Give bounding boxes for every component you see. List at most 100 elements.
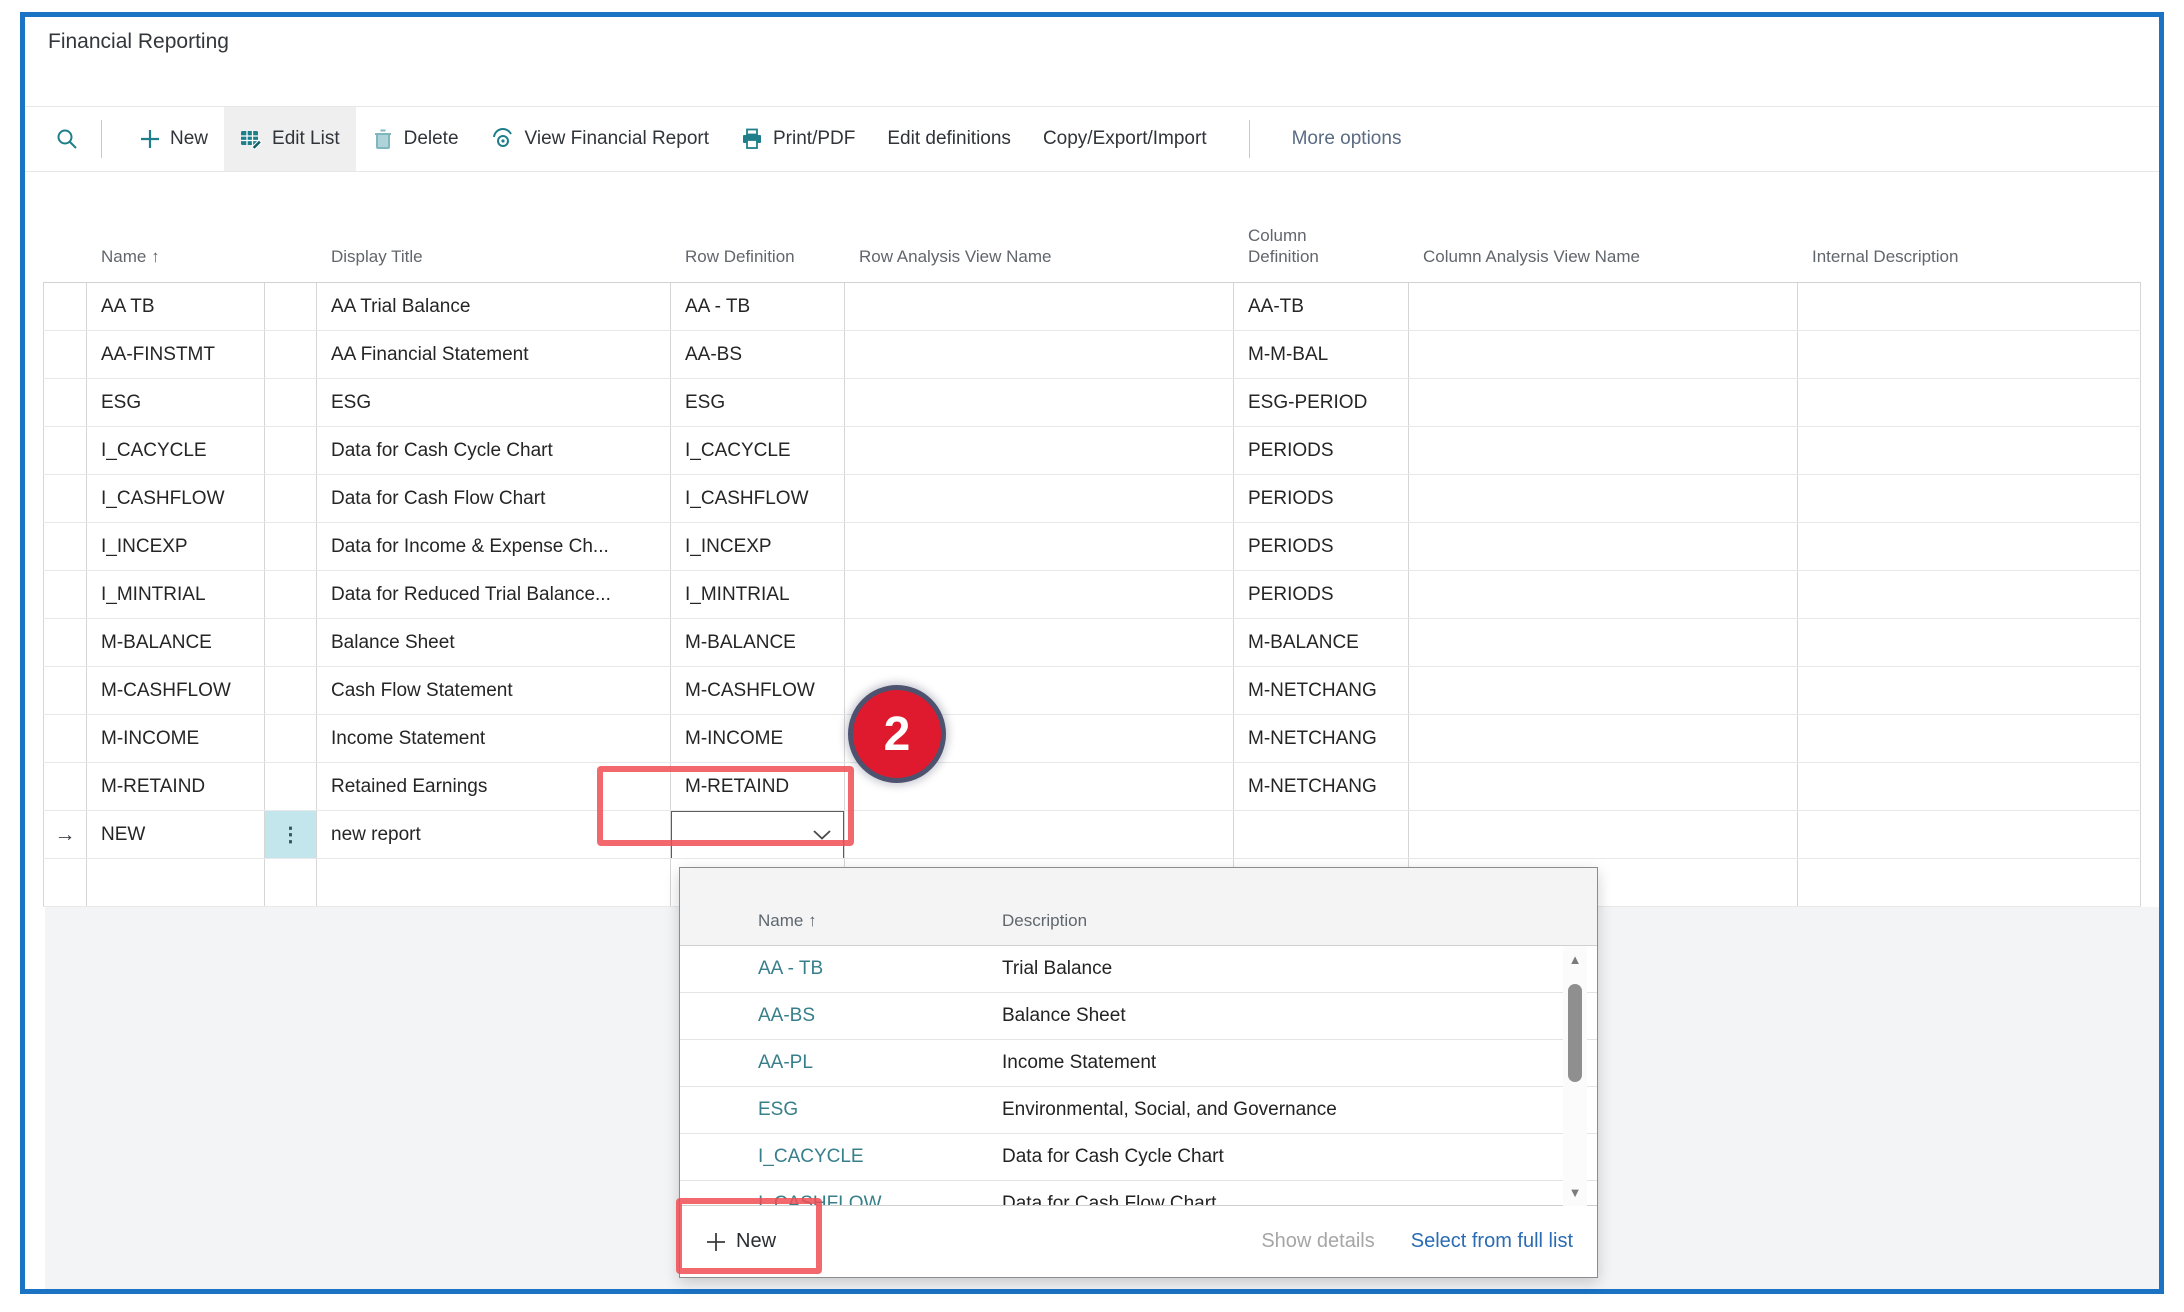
show-details-link[interactable]: Show details [1261, 1230, 1374, 1253]
row-select-cell[interactable] [43, 667, 87, 714]
row-options-cell[interactable] [265, 859, 317, 906]
cell-name[interactable]: NEW [87, 811, 265, 858]
dropdown-item[interactable]: I_CACYCLEData for Cash Cycle Chart [680, 1134, 1597, 1181]
cell-column-definition[interactable]: M-NETCHANG [1234, 715, 1409, 762]
cell-column-definition[interactable]: PERIODS [1234, 427, 1409, 474]
cell-display-title[interactable]: Cash Flow Statement [317, 667, 671, 714]
view-financial-report-button[interactable]: View Financial Report [475, 107, 725, 171]
new-button[interactable]: New [124, 107, 224, 171]
row-select-cell[interactable] [43, 379, 87, 426]
row-select-cell[interactable] [43, 571, 87, 618]
row-options-cell[interactable] [265, 667, 317, 714]
row-select-cell[interactable] [43, 427, 87, 474]
delete-button[interactable]: Delete [356, 107, 475, 171]
cell-column-analysis-view-name[interactable] [1409, 283, 1798, 330]
edit-list-button[interactable]: Edit List [224, 107, 356, 171]
cell-internal-description[interactable] [1798, 475, 2141, 522]
cell-internal-description[interactable] [1798, 667, 2141, 714]
cell-row-definition[interactable]: AA - TB [671, 283, 845, 330]
cell-row-definition[interactable]: AA-BS [671, 331, 845, 378]
row-options-cell[interactable] [265, 571, 317, 618]
cell-column-definition[interactable]: M-M-BAL [1234, 331, 1409, 378]
cell-row-analysis-view-name[interactable] [845, 571, 1234, 618]
cell-display-title[interactable]: Data for Income & Expense Ch... [317, 523, 671, 570]
cell-column-analysis-view-name[interactable] [1409, 811, 1798, 858]
scroll-up-icon[interactable]: ▲ [1563, 952, 1587, 967]
cell-row-analysis-view-name[interactable] [845, 283, 1234, 330]
cell-row-definition[interactable]: ESG [671, 379, 845, 426]
cell-row-analysis-view-name[interactable] [845, 811, 1234, 858]
cell-column-definition[interactable]: PERIODS [1234, 523, 1409, 570]
column-header-display-title[interactable]: Display Title [317, 172, 671, 282]
row-options-cell[interactable]: ⋮ [265, 811, 317, 858]
cell-internal-description[interactable] [1798, 283, 2141, 330]
row-select-cell[interactable] [43, 475, 87, 522]
cell-column-definition[interactable]: ESG-PERIOD [1234, 379, 1409, 426]
cell-display-title[interactable]: ESG [317, 379, 671, 426]
cell-display-title[interactable]: Data for Reduced Trial Balance... [317, 571, 671, 618]
cell-name[interactable]: I_CASHFLOW [87, 475, 265, 522]
more-options-button[interactable]: More options [1276, 107, 1418, 171]
row-ellipsis-icon[interactable]: ⋮ [281, 822, 301, 847]
cell-internal-description[interactable] [1798, 427, 2141, 474]
column-header-column-definition[interactable]: Column Definition [1234, 172, 1409, 282]
cell-name[interactable]: M-CASHFLOW [87, 667, 265, 714]
dropdown-item[interactable]: AA-BSBalance Sheet [680, 993, 1597, 1040]
cell-row-definition[interactable]: I_CASHFLOW [671, 475, 845, 522]
dropdown-item[interactable]: AA - TBTrial Balance [680, 946, 1597, 993]
cell-internal-description[interactable] [1798, 331, 2141, 378]
column-header-name[interactable]: Name ↑ [87, 172, 265, 282]
row-options-cell[interactable] [265, 619, 317, 666]
cell-internal-description[interactable] [1798, 859, 2141, 906]
dropdown-column-header-description[interactable]: Description [1002, 911, 1087, 931]
cell-row-analysis-view-name[interactable] [845, 427, 1234, 474]
dropdown-item-name-link[interactable]: ESG [758, 1099, 798, 1121]
cell-name[interactable]: ESG [87, 379, 265, 426]
cell-display-title[interactable]: Data for Cash Flow Chart [317, 475, 671, 522]
row-select-cell[interactable] [43, 331, 87, 378]
cell-column-analysis-view-name[interactable] [1409, 427, 1798, 474]
row-select-cell[interactable] [43, 715, 87, 762]
dropdown-item-name-link[interactable]: AA-PL [758, 1052, 813, 1074]
cell-column-analysis-view-name[interactable] [1409, 619, 1798, 666]
row-options-cell[interactable] [265, 475, 317, 522]
search-icon[interactable] [55, 127, 79, 151]
row-select-cell[interactable] [43, 523, 87, 570]
cell-row-analysis-view-name[interactable] [845, 619, 1234, 666]
cell-internal-description[interactable] [1798, 763, 2141, 810]
cell-display-title[interactable]: AA Trial Balance [317, 283, 671, 330]
dropdown-item[interactable]: AA-PLIncome Statement [680, 1040, 1597, 1087]
cell-internal-description[interactable] [1798, 715, 2141, 762]
row-options-cell[interactable] [265, 379, 317, 426]
row-select-cell[interactable] [43, 763, 87, 810]
cell-name[interactable]: M-RETAIND [87, 763, 265, 810]
row-options-cell[interactable] [265, 715, 317, 762]
cell-name[interactable]: I_INCEXP [87, 523, 265, 570]
column-header-row-analysis-view-name[interactable]: Row Analysis View Name [845, 172, 1234, 282]
cell-row-analysis-view-name[interactable] [845, 331, 1234, 378]
cell-row-definition[interactable]: M-BALANCE [671, 619, 845, 666]
cell-display-title[interactable]: AA Financial Statement [317, 331, 671, 378]
cell-column-analysis-view-name[interactable] [1409, 763, 1798, 810]
row-select-cell[interactable]: → [43, 811, 87, 858]
cell-column-analysis-view-name[interactable] [1409, 667, 1798, 714]
copy-export-import-button[interactable]: Copy/Export/Import [1027, 107, 1223, 171]
cell-internal-description[interactable] [1798, 379, 2141, 426]
row-options-cell[interactable] [265, 283, 317, 330]
cell-column-analysis-view-name[interactable] [1409, 475, 1798, 522]
row-select-cell[interactable] [43, 283, 87, 330]
cell-column-definition[interactable]: M-NETCHANG [1234, 667, 1409, 714]
cell-column-analysis-view-name[interactable] [1409, 379, 1798, 426]
dropdown-item-name-link[interactable]: AA - TB [758, 958, 823, 980]
cell-column-analysis-view-name[interactable] [1409, 571, 1798, 618]
cell-name[interactable] [87, 859, 265, 906]
cell-name[interactable]: I_CACYCLE [87, 427, 265, 474]
dropdown-item-name-link[interactable]: I_CACYCLE [758, 1146, 864, 1168]
cell-row-definition[interactable]: M-INCOME [671, 715, 845, 762]
dropdown-item[interactable]: ESGEnvironmental, Social, and Governance [680, 1087, 1597, 1134]
dropdown-column-header-name[interactable]: Name ↑ [758, 911, 817, 931]
cell-row-definition[interactable]: M-CASHFLOW [671, 667, 845, 714]
cell-row-analysis-view-name[interactable] [845, 523, 1234, 570]
dropdown-scrollbar[interactable]: ▲ ▼ [1563, 946, 1587, 1206]
cell-column-definition[interactable]: PERIODS [1234, 571, 1409, 618]
